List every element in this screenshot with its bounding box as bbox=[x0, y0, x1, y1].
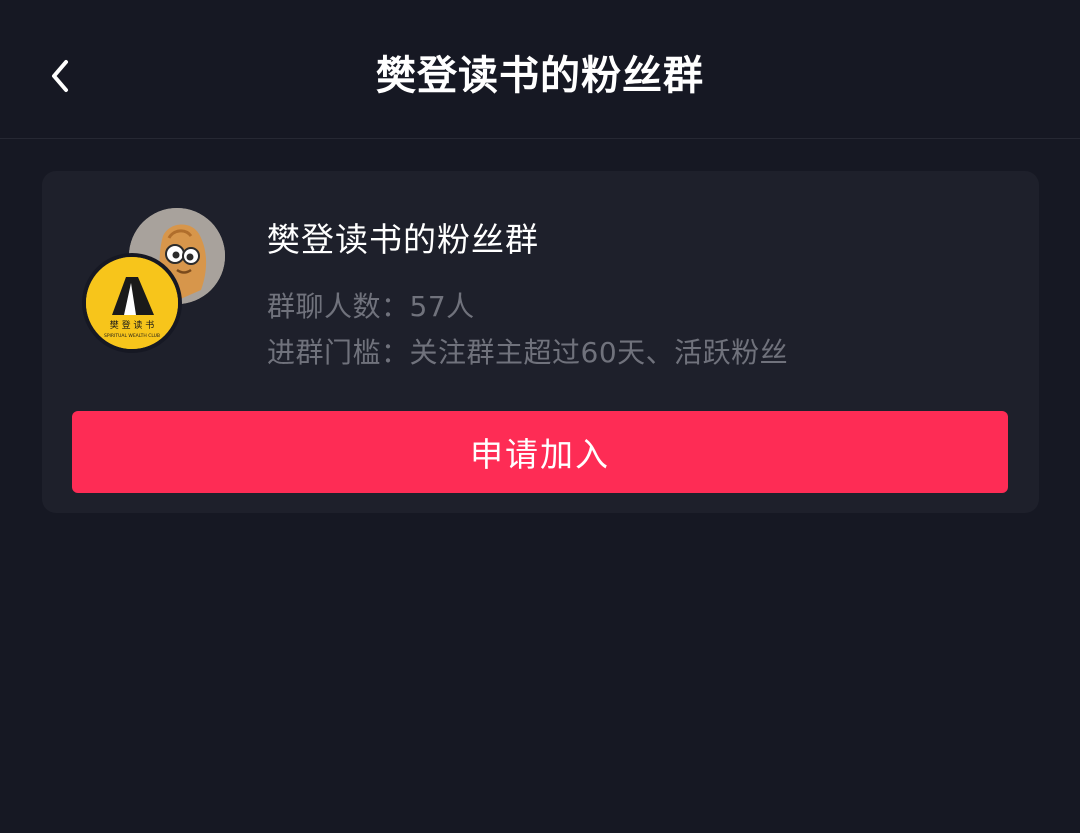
group-name: 樊登读书的粉丝群 bbox=[267, 220, 539, 259]
avatar-logo: 樊 登 读 书 SPIRITUAL WEALTH CLUB bbox=[82, 253, 182, 353]
logo-text: 樊 登 读 书 bbox=[110, 319, 155, 331]
group-join-page: 樊登读书的粉丝群 樊 登 读 书 SPIRITUAL WEALTH CLUB 樊… bbox=[0, 0, 1080, 833]
join-threshold: 进群门槛：关注群主超过60天、活跃粉丝 bbox=[267, 336, 789, 369]
join-button[interactable]: 申请加入 bbox=[72, 411, 1008, 493]
book-logo-icon: 樊 登 读 书 SPIRITUAL WEALTH CLUB bbox=[86, 257, 178, 349]
group-avatar: 樊 登 读 书 SPIRITUAL WEALTH CLUB bbox=[82, 208, 232, 358]
logo-subtext: SPIRITUAL WEALTH CLUB bbox=[104, 333, 160, 339]
group-card: 樊 登 读 书 SPIRITUAL WEALTH CLUB 樊登读书的粉丝群 群… bbox=[42, 171, 1039, 513]
member-count: 群聊人数：57人 bbox=[267, 290, 475, 323]
page-title: 樊登读书的粉丝群 bbox=[376, 53, 704, 99]
nav-bar: 樊登读书的粉丝群 bbox=[0, 0, 1080, 139]
